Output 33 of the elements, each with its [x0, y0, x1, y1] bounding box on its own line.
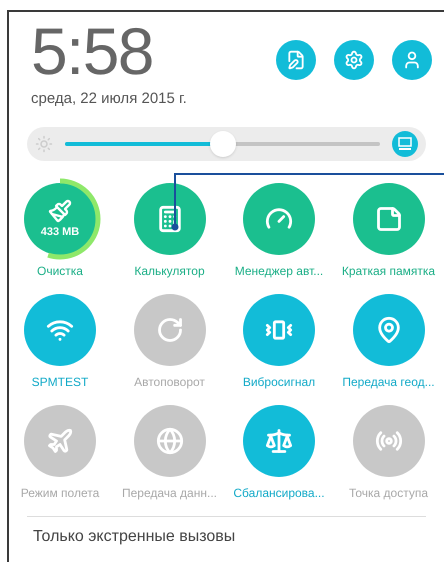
tile-label: Режим полета [20, 484, 100, 502]
tile-label: SPMTEST [32, 374, 88, 390]
emergency-calls-text: Только экстренные вызовы [33, 528, 236, 544]
scales-icon [265, 426, 293, 454]
brightness-icon [35, 134, 53, 152]
tile-label: Калькулятор [134, 262, 205, 280]
profile-button[interactable] [392, 40, 432, 80]
memory-size-label: 433 MB [40, 227, 80, 238]
tile-label: Менеджер авт... [234, 262, 324, 280]
notes-button[interactable] [276, 40, 316, 80]
settings-icon [344, 50, 364, 70]
sticky-note-icon [374, 204, 402, 232]
tile-label: Точка доступа [348, 484, 428, 502]
tile-label: Автоповорот [134, 374, 205, 390]
notes-icon [286, 50, 306, 70]
tile-label: Очистка [37, 262, 83, 280]
auto-brightness-icon [397, 136, 413, 150]
tile-label: Передача геод... [342, 374, 435, 390]
tile-label: Вибросигнал [242, 374, 316, 390]
tile-label: Краткая памятка [342, 262, 436, 280]
auto-brightness-button[interactable] [392, 130, 418, 156]
slider-thumb[interactable] [210, 130, 236, 156]
brush-icon [48, 199, 72, 223]
tile-label: Сбалансирова... [233, 484, 325, 502]
globe-icon [156, 426, 184, 454]
settings-button[interactable] [334, 40, 374, 80]
brightness-slider[interactable] [65, 130, 380, 156]
airplane-icon [46, 426, 74, 454]
tile-button[interactable]: 433 MB [24, 182, 96, 254]
tile-label: Передача данн... [122, 484, 217, 502]
rotate-icon [156, 316, 184, 344]
clock-time: 5:58 [31, 18, 154, 84]
clock-date: среда, 22 июля 2015 г. [31, 89, 187, 109]
